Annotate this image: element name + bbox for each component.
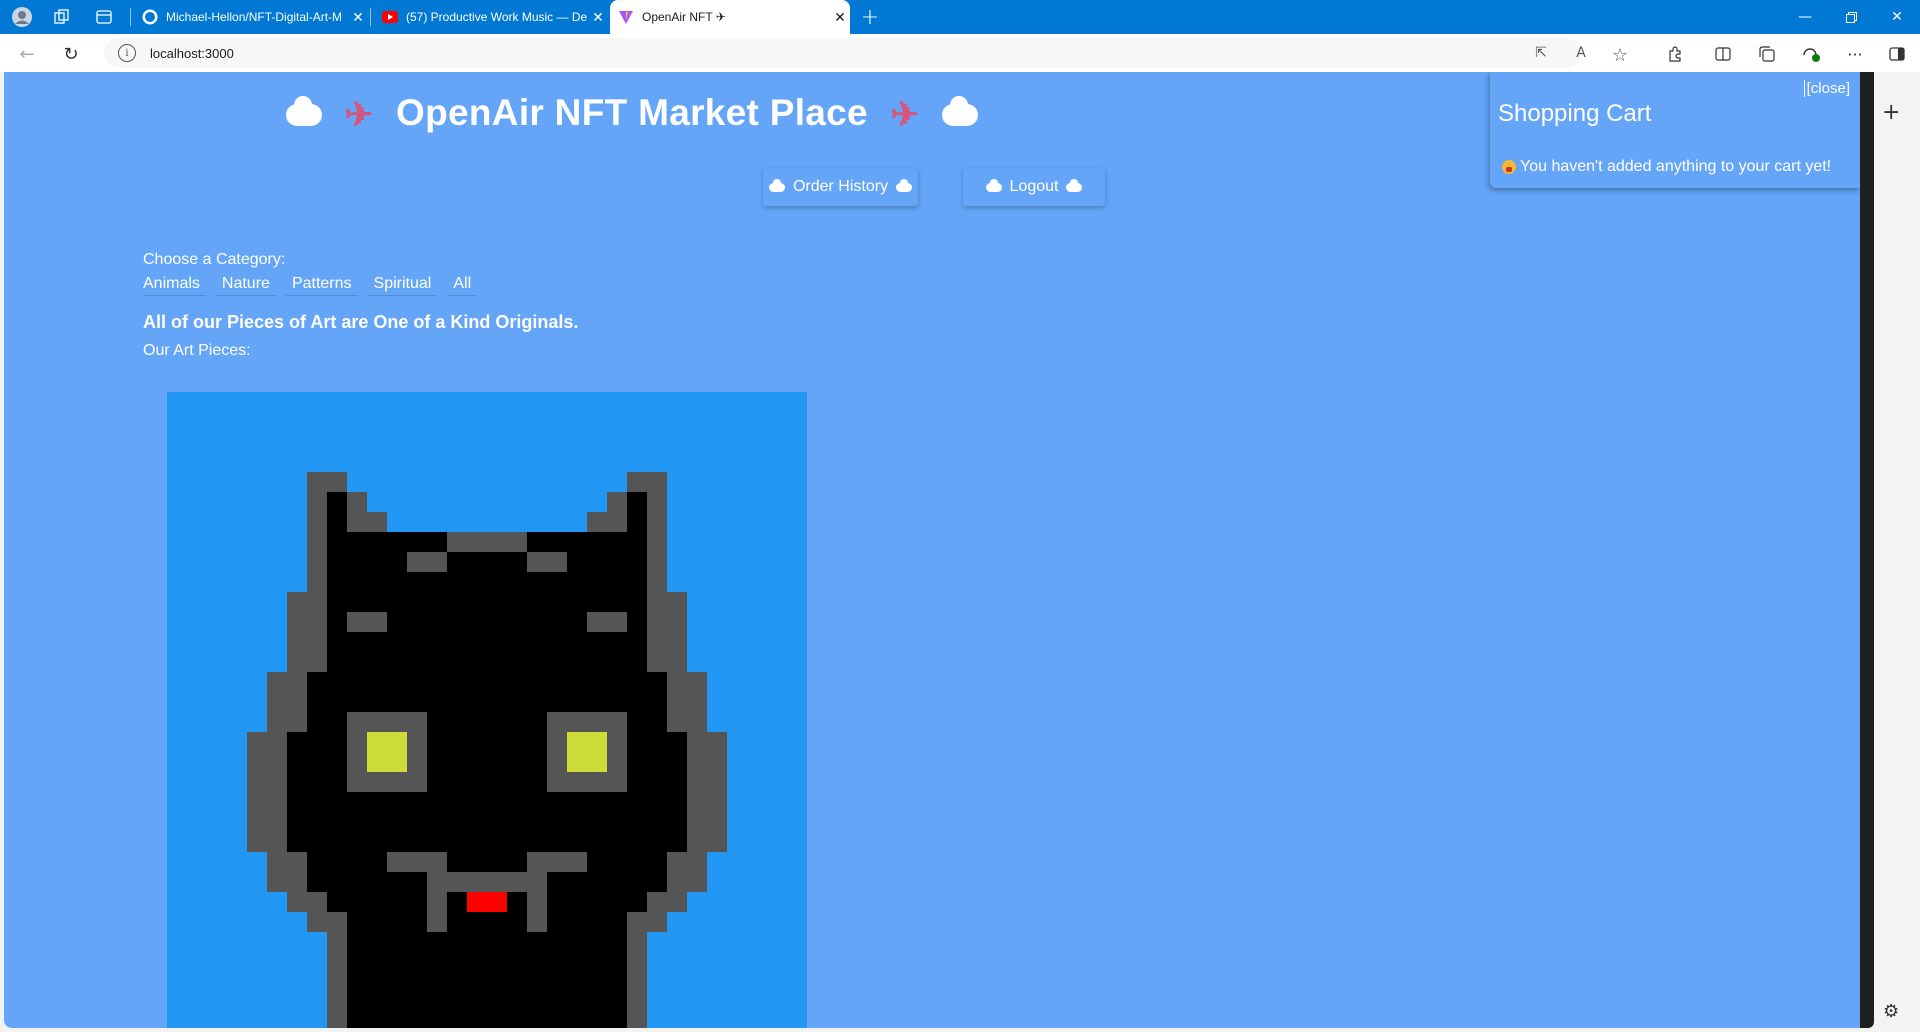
address-bar[interactable]: i localhost:3000 ⇱ A — [104, 38, 1586, 68]
tab-github[interactable]: Michael-Hellon/NFT-Digital-Art-M ✕ — [134, 0, 368, 34]
minimize-icon[interactable]: — — [1782, 0, 1828, 34]
restore-icon[interactable] — [1828, 0, 1874, 34]
logout-button[interactable]: Logout — [963, 168, 1105, 206]
cloud-icon — [941, 96, 978, 127]
category-animals[interactable]: Animals — [143, 275, 206, 295]
airplane-icon: ✈ — [890, 96, 920, 135]
tab-separator — [370, 8, 371, 26]
settings-gear-icon[interactable]: ⚙ — [1883, 1001, 1899, 1022]
art-piece-image[interactable] — [167, 392, 807, 1028]
airplane-icon: ✈ — [344, 96, 374, 135]
cloud-icon — [896, 178, 913, 192]
address-toolbar: ← ↻ i localhost:3000 ⇱ A ☆ ··· — [0, 34, 1920, 72]
vite-icon — [618, 9, 634, 25]
logout-label: Logout — [1009, 178, 1059, 195]
tab-title: (57) Productive Work Music — De — [406, 10, 588, 24]
site-info-icon[interactable]: i — [118, 44, 136, 62]
category-label: Choose a Category: — [143, 251, 286, 268]
page-title: ✈ OpenAir NFT Market Place ✈ — [4, 92, 1260, 135]
order-history-label: Order History — [792, 178, 889, 195]
workspaces-icon[interactable] — [50, 5, 74, 29]
tab-separator — [130, 8, 131, 26]
close-tab-icon[interactable]: ✕ — [588, 9, 608, 26]
category-all[interactable]: All — [447, 275, 477, 295]
more-options-icon[interactable]: ··· — [1842, 41, 1868, 67]
new-tab-icon[interactable]: + — [858, 5, 882, 30]
profile-icon[interactable] — [10, 5, 34, 29]
close-tab-icon[interactable]: ✕ — [830, 9, 850, 26]
cart-title: Shopping Cart — [1498, 100, 1652, 127]
tab-openair-nft[interactable]: OpenAir NFT ✈ ✕ — [610, 0, 850, 34]
favorite-star-icon[interactable]: ☆ — [1607, 42, 1633, 68]
sidebar-toggle-icon[interactable] — [1884, 41, 1910, 67]
category-nature[interactable]: Nature — [216, 275, 276, 295]
cart-empty-text: You haven't added anything to your cart … — [1520, 158, 1832, 175]
split-screen-icon[interactable] — [1710, 41, 1736, 67]
close-window-icon[interactable]: ✕ — [1874, 0, 1920, 34]
github-icon — [142, 9, 158, 25]
tab-youtube[interactable]: (57) Productive Work Music — De ✕ — [374, 0, 608, 34]
tab-strip: Michael-Hellon/NFT-Digital-Art-M ✕ (57) … — [0, 0, 1920, 34]
tab-title: Michael-Hellon/NFT-Digital-Art-M — [166, 10, 343, 24]
add-sidebar-app-icon[interactable]: + — [1882, 100, 1900, 125]
extensions-icon[interactable] — [1662, 41, 1688, 67]
category-list: Animals Nature Patterns Spiritual All — [143, 275, 487, 295]
shopping-cart-panel: [close] Shopping Cart You haven't added … — [1490, 72, 1860, 188]
browser-essentials-icon[interactable] — [1798, 41, 1824, 67]
back-icon[interactable]: ← — [14, 41, 40, 67]
read-aloud-icon[interactable]: A — [1570, 42, 1592, 64]
cloud-icon — [985, 178, 1002, 192]
cloud-icon — [286, 96, 323, 127]
cart-empty-message: You haven't added anything to your cart … — [1502, 158, 1831, 176]
tab-actions-icon[interactable] — [92, 5, 116, 29]
pixel-cat-image — [167, 392, 807, 1028]
cloud-icon — [768, 178, 785, 192]
url-text[interactable]: localhost:3000 — [150, 46, 234, 61]
page-viewport: ✈ OpenAir NFT Market Place ✈ Order Histo… — [4, 72, 1860, 1028]
tab-title: OpenAir NFT ✈ — [642, 10, 726, 24]
tagline: All of our Pieces of Art are One of a Ki… — [143, 312, 579, 332]
cart-close-button[interactable]: [close] — [1803, 80, 1850, 97]
close-tab-icon[interactable]: ✕ — [348, 9, 368, 26]
page-scrollbar[interactable] — [1860, 72, 1874, 1028]
collections-icon[interactable] — [1754, 41, 1780, 67]
cloud-icon — [1066, 178, 1083, 192]
open-in-app-icon[interactable]: ⇱ — [1530, 42, 1552, 64]
category-patterns[interactable]: Patterns — [286, 275, 358, 295]
edge-sidebar: + ⚙ — [1870, 72, 1920, 1032]
refresh-icon[interactable]: ↻ — [58, 41, 84, 67]
order-history-button[interactable]: Order History — [763, 168, 918, 206]
art-pieces-label: Our Art Pieces: — [143, 342, 251, 359]
page-title-text: OpenAir NFT Market Place — [396, 92, 868, 133]
shocked-face-icon — [1502, 160, 1516, 174]
youtube-icon — [382, 9, 398, 25]
category-spiritual[interactable]: Spiritual — [368, 275, 438, 295]
